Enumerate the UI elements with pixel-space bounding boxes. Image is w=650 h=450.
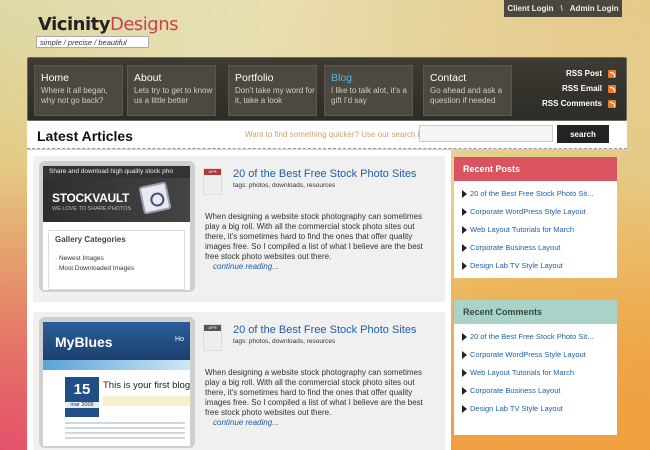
recent-comments-list: 20 of the Best Free Stock Photo Sit... C…	[454, 324, 617, 418]
main-content: Share and download high quality stock ph…	[27, 150, 451, 450]
nav-description: Where it all began, why not go back?	[41, 86, 108, 105]
recent-comments-title: Recent Comments	[454, 300, 617, 324]
article-excerpt: When designing a website stock photograp…	[205, 368, 423, 417]
login-separator: \	[560, 4, 563, 13]
rss-comments-label: RSS Comments	[541, 99, 602, 108]
recent-post-link[interactable]: Design Lab TV Style Layout	[462, 257, 617, 275]
nav-item-home[interactable]: Home Where it all began, why not go back…	[34, 65, 123, 116]
recent-post-link[interactable]: Corporate Business Layout	[462, 239, 617, 257]
login-bar: Client Login \ Admin Login	[504, 0, 622, 17]
camera-icon	[138, 181, 172, 215]
myblues-first-post: This is your first blog	[103, 380, 190, 391]
article-tags: tags: photos, downloads, resources	[233, 182, 336, 189]
article-thumbnail-frame[interactable]: MyBlues Ho 15 mar 2009 This is your firs…	[39, 317, 195, 448]
date-badge-month: APR	[204, 325, 221, 331]
site-tagline: simple / precise / beautiful	[36, 36, 149, 48]
myblues-bar	[43, 360, 190, 370]
myblues-highlight	[103, 396, 190, 406]
recent-comment-link[interactable]: 20 of the Best Free Stock Photo Sit...	[462, 328, 617, 346]
recent-comment-link[interactable]: Web Layout Tutorials for March	[462, 364, 617, 382]
recent-post-link[interactable]: 20 of the Best Free Stock Photo Sit...	[462, 185, 617, 203]
article-thumbnail-frame[interactable]: Share and download high quality stock ph…	[39, 161, 195, 292]
thumbnail-topline: Share and download high quality stock ph…	[43, 166, 190, 178]
recent-comment-link[interactable]: Corporate WordPress Style Layout	[462, 346, 617, 364]
myblues-home-link: Ho	[175, 336, 184, 343]
article-tags: tags: photos, downloads, resources	[233, 338, 336, 345]
site-logo[interactable]: VicinityDesigns	[38, 14, 178, 35]
nav-description: I like to talk alot, it's a gift I'd say	[331, 86, 407, 105]
date-badge: APR	[203, 168, 222, 195]
nav-title: Home	[41, 72, 70, 84]
stockvault-slogan: WE LOVE TO SHARE PHOTOS	[52, 206, 132, 212]
search-input[interactable]	[419, 125, 553, 142]
recent-comment-link[interactable]: Design Lab TV Style Layout	[462, 400, 617, 418]
recent-post-link[interactable]: Web Layout Tutorials for March	[462, 221, 617, 239]
recent-comment-link[interactable]: Corporate Business Layout	[462, 382, 617, 400]
search-button[interactable]: search	[557, 125, 609, 143]
article-title-link[interactable]: 20 of the Best Free Stock Photo Sites	[233, 324, 416, 336]
recent-post-link[interactable]: Corporate WordPress Style Layout	[462, 203, 617, 221]
nav-title: About	[134, 72, 162, 84]
myblues-day: 15	[73, 381, 91, 398]
stockvault-thumbnail: Share and download high quality stock ph…	[43, 166, 190, 290]
nav-item-blog[interactable]: Blog I like to talk alot, it's a gift I'…	[324, 65, 413, 116]
nav-item-about[interactable]: About Lets try to get to know us a littl…	[127, 65, 216, 116]
nav-description: Lets try to get to know us a little bett…	[134, 86, 213, 105]
rss-email-link[interactable]: RSS Email	[562, 84, 616, 93]
continue-reading-link[interactable]: continue reading...	[213, 262, 279, 271]
admin-login-link[interactable]: Admin Login	[570, 4, 619, 13]
main-navigation: Home Where it all began, why not go back…	[27, 57, 627, 121]
rss-icon	[608, 99, 616, 108]
nav-description: Go ahead and ask a question if needed	[430, 86, 503, 105]
article-excerpt: When designing a website stock photograp…	[205, 212, 423, 261]
gallery-categories: Gallery Categories · Newest Images · Mos…	[48, 230, 185, 290]
rss-post-label: RSS Post	[565, 69, 602, 78]
stockvault-logo: STOCKVAULT	[52, 191, 129, 205]
myblues-thumbnail: MyBlues Ho 15 mar 2009 This is your firs…	[43, 322, 190, 446]
recent-posts-list: 20 of the Best Free Stock Photo Sit... C…	[454, 181, 617, 275]
recent-posts-title: Recent Posts	[454, 157, 617, 181]
gallery-categories-title: Gallery Categories	[55, 235, 126, 244]
myblues-text-lines	[65, 422, 185, 440]
client-login-link[interactable]: Client Login	[507, 4, 553, 13]
latest-articles-title: Latest Articles	[37, 128, 133, 144]
rss-icon	[608, 69, 616, 78]
logo-text-designs: Designs	[109, 14, 179, 35]
recent-comments-widget: Recent Comments 20 of the Best Free Stoc…	[454, 300, 617, 435]
category-item: · Newest Images	[55, 255, 104, 262]
rss-email-label: RSS Email	[561, 84, 602, 93]
nav-item-contact[interactable]: Contact Go ahead and ask a question if n…	[423, 65, 512, 116]
myblues-header: MyBlues Ho	[43, 322, 190, 360]
myblues-monthyear: mar 2009	[65, 402, 99, 408]
category-item: · Most Downloaded Images	[55, 265, 135, 272]
nav-item-portfolio[interactable]: Portfolio Don't take my word for it, tak…	[228, 65, 317, 116]
myblues-logo: MyBlues	[55, 334, 113, 350]
nav-title: Portfolio	[235, 72, 274, 84]
article-item: Share and download high quality stock ph…	[33, 156, 445, 302]
recent-posts-widget: Recent Posts 20 of the Best Free Stock P…	[454, 157, 617, 278]
article-item: MyBlues Ho 15 mar 2009 This is your firs…	[33, 312, 445, 450]
nav-title: Contact	[430, 72, 467, 84]
article-title-link[interactable]: 20 of the Best Free Stock Photo Sites	[233, 168, 416, 180]
rss-icon	[608, 84, 616, 93]
latest-articles-bar: Latest Articles Want to find something q…	[27, 121, 627, 149]
nav-title: Blog	[331, 72, 353, 84]
nav-description: Don't take my word for it, take a look	[235, 86, 315, 105]
myblues-date: 15 mar 2009	[65, 377, 99, 417]
stockvault-banner: STOCKVAULT WE LOVE TO SHARE PHOTOS	[43, 178, 190, 222]
date-badge-month: APR	[204, 169, 221, 175]
date-badge: APR	[203, 324, 222, 351]
rss-comments-link[interactable]: RSS Comments	[542, 99, 616, 108]
rss-post-link[interactable]: RSS Post	[566, 69, 616, 78]
continue-reading-link[interactable]: continue reading...	[213, 418, 279, 427]
search-hint: Want to find something quicker? Use our …	[245, 130, 430, 139]
logo-text-vicinity: Vicinity	[38, 14, 110, 35]
